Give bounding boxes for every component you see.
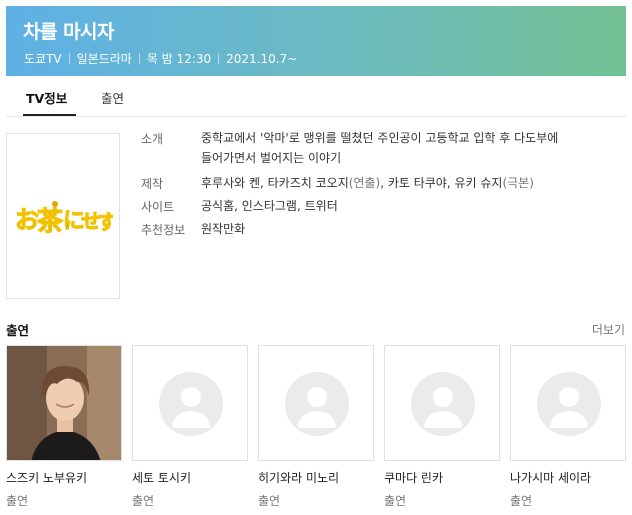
cast-card[interactable]: 세토 토시키 출연 [132, 345, 248, 509]
production-label: 제작 [141, 177, 164, 191]
cast-role: 출연 [510, 494, 533, 508]
cast-role: 출연 [132, 494, 155, 508]
site-label: 사이트 [141, 200, 175, 214]
cast-card[interactable]: 스즈키 노부유키 출연 [6, 345, 122, 509]
svg-text:茶: 茶 [37, 207, 64, 237]
tab-cast[interactable]: 출연 [101, 88, 124, 107]
official-home-link[interactable]: 공식홈 [201, 199, 234, 213]
active-tab-indicator [23, 114, 76, 116]
cast-photo[interactable] [132, 345, 248, 461]
cast-role: 출연 [258, 494, 281, 508]
cast-photo[interactable] [6, 345, 122, 461]
tab-tv-info[interactable]: TV정보 [26, 88, 67, 107]
cast-name[interactable]: 스즈키 노부유키 [6, 469, 122, 486]
instagram-link[interactable]: 인스타그램 [242, 199, 297, 213]
intro-label: 소개 [141, 132, 164, 146]
intro-text: 중학교에서 '악마'로 맹위를 떨쳤던 주인공이 고등학교 입학 후 다도부에 … [201, 131, 559, 165]
site-links: 공식홈, 인스타그램, 트위터 [201, 199, 338, 213]
cast-card[interactable]: 쿠마다 린카 출연 [384, 345, 500, 509]
air-date: 2021.10.7~ [226, 51, 298, 66]
program-meta: 도쿄TV 일본드라마 목 밤 12:30 2021.10.7~ [24, 50, 297, 67]
default-avatar-icon [285, 372, 349, 436]
genre: 일본드라마 [76, 52, 132, 66]
cast-card[interactable]: 히기와라 미노리 출연 [258, 345, 374, 509]
production-credits: 후루사와 켄, 타카즈치 코오지(연출), 카토 타쿠야, 유키 슈지(극본) [201, 176, 534, 190]
recommend-value[interactable]: 원작만화 [201, 219, 245, 239]
cast-name[interactable]: 나가시마 세이라 [510, 469, 626, 486]
meta-divider [218, 53, 220, 64]
svg-text:す: す [97, 210, 113, 234]
show-logo-image: お 茶 に せ す [15, 201, 113, 238]
program-header: 차를 마시자 도쿄TV 일본드라마 목 밤 12:30 2021.10.7~ [6, 6, 626, 76]
cast-photo[interactable] [258, 345, 374, 461]
meta-divider [68, 53, 70, 64]
actor-photo-icon [7, 346, 121, 460]
twitter-link[interactable]: 트위터 [305, 199, 338, 213]
air-time: 목 밤 12:30 [146, 52, 212, 66]
cast-section-title: 출연 [6, 323, 30, 338]
program-title: 차를 마시자 [23, 21, 115, 43]
cast-name[interactable]: 히기와라 미노리 [258, 469, 374, 486]
cast-name[interactable]: 쿠마다 린카 [384, 469, 500, 486]
program-poster[interactable]: お 茶 に せ す [6, 133, 120, 299]
default-avatar-icon [159, 372, 223, 436]
meta-divider [138, 53, 140, 64]
default-avatar-icon [537, 372, 601, 436]
cast-photo[interactable] [510, 345, 626, 461]
default-avatar-icon [411, 372, 475, 436]
cast-role: 출연 [384, 494, 407, 508]
tab-bar: TV정보 출연 [6, 78, 626, 117]
cast-name[interactable]: 세토 토시키 [132, 469, 248, 486]
cast-photo[interactable] [384, 345, 500, 461]
recommend-label: 추천정보 [141, 223, 186, 237]
more-button[interactable]: 더보기 [592, 321, 625, 338]
cast-role: 출연 [6, 494, 29, 508]
svg-text:お: お [15, 206, 39, 234]
cast-card[interactable]: 나가시마 세이라 출연 [510, 345, 626, 509]
broadcaster: 도쿄TV [24, 52, 62, 66]
